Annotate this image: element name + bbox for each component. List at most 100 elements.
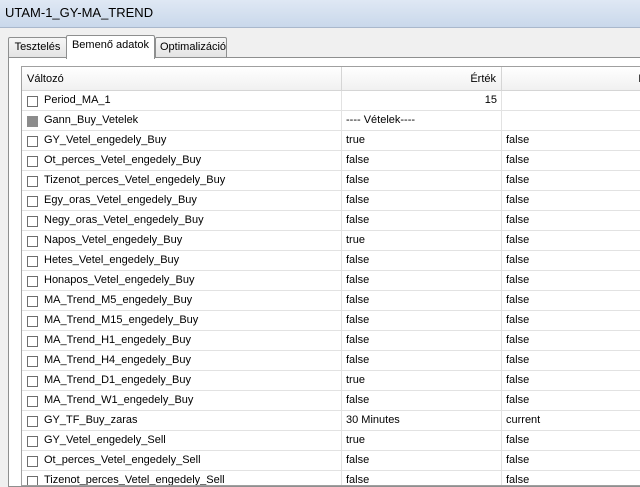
value-cell[interactable]: false [342,171,502,191]
third-cell[interactable]: current [502,411,640,431]
value-cell[interactable]: false [342,451,502,471]
tab-bemeno-adatok[interactable]: Bemenő adatok [66,35,155,59]
third-cell[interactable]: false [502,171,640,191]
value-cell[interactable]: false [342,331,502,351]
window-title: UTAM-1_GY-MA_TREND [5,5,154,20]
header-variable[interactable]: Változó [22,67,342,91]
header-third[interactable]: Indi [502,67,640,91]
table-row[interactable]: GY_Vetel_engedely_Sell true false [22,431,640,451]
third-cell[interactable]: false [502,211,640,231]
value-cell[interactable]: true [342,231,502,251]
table-row[interactable]: Egy_oras_Vetel_engedely_Buy false false [22,191,640,211]
table-row[interactable]: MA_Trend_M15_engedely_Buy false false [22,311,640,331]
table-row[interactable]: Negy_oras_Vetel_engedely_Buy false false [22,211,640,231]
table-row[interactable]: MA_Trend_D1_engedely_Buy true false [22,371,640,391]
third-cell[interactable]: false [502,271,640,291]
third-cell[interactable]: false [502,151,640,171]
optimize-checkbox[interactable] [27,96,38,107]
third-cell[interactable] [502,111,640,131]
table-row[interactable]: GY_TF_Buy_zaras 30 Minutes current [22,411,640,431]
table-row[interactable]: Gann_Buy_Vetelek ---- Vételek---- [22,111,640,131]
third-cell[interactable]: false [502,331,640,351]
variable-name: Tizenot_perces_Vetel_engedely_Buy [44,174,226,186]
value-cell[interactable]: 15 [342,91,502,111]
optimize-checkbox[interactable] [27,256,38,267]
table-row[interactable]: Hetes_Vetel_engedely_Buy false false [22,251,640,271]
optimize-checkbox[interactable] [27,216,38,227]
third-cell[interactable]: false [502,191,640,211]
optimize-checkbox[interactable] [27,276,38,287]
title-bar: UTAM-1_GY-MA_TREND [0,0,640,28]
optimize-checkbox [27,116,38,127]
value-cell[interactable]: false [342,251,502,271]
value-cell[interactable]: false [342,291,502,311]
table-row[interactable]: Ot_perces_Vetel_engedely_Sell false false [22,451,640,471]
optimize-checkbox[interactable] [27,136,38,147]
table-row[interactable]: Tizenot_perces_Vetel_engedely_Buy false fa… [22,171,640,191]
third-cell[interactable]: false [502,231,640,251]
tab-optimalizacio[interactable]: Optimalizáció [155,37,227,57]
table-row[interactable]: MA_Trend_M5_engedely_Buy false false [22,291,640,311]
value-cell[interactable]: false [342,191,502,211]
table-row[interactable]: GY_Vetel_engedely_Buy true false [22,131,640,151]
optimize-checkbox[interactable] [27,476,38,485]
third-cell[interactable]: false [502,431,640,451]
variable-cell: Period_MA_1 [22,91,342,111]
table-row[interactable]: Period_MA_1 15 [22,91,640,111]
variable-name: Gann_Buy_Vetelek [44,114,139,126]
variable-cell: Tizenot_perces_Vetel_engedely_Sell [22,471,342,485]
optimize-checkbox[interactable] [27,236,38,247]
third-cell[interactable]: false [502,351,640,371]
third-cell[interactable]: false [502,251,640,271]
table-row[interactable]: Honapos_Vetel_engedely_Buy false false [22,271,640,291]
optimize-checkbox[interactable] [27,176,38,187]
value-cell[interactable]: false [342,311,502,331]
parameters-grid: Változó Érték Indi Period_MA_115Gann_Buy… [21,66,640,486]
third-cell[interactable]: false [502,391,640,411]
third-cell[interactable]: false [502,131,640,151]
table-row[interactable]: Ot_perces_Vetel_engedely_Buy false false [22,151,640,171]
third-cell[interactable]: false [502,291,640,311]
variable-name: Ot_perces_Vetel_engedely_Buy [44,154,202,166]
optimize-checkbox[interactable] [27,436,38,447]
table-row[interactable]: MA_Trend_H1_engedely_Buy false false [22,331,640,351]
optimize-checkbox[interactable] [27,156,38,167]
third-cell[interactable]: false [502,471,640,485]
value-cell[interactable]: true [342,431,502,451]
variable-name: GY_TF_Buy_zaras [44,414,138,426]
value-cell[interactable]: ---- Vételek---- [342,111,502,131]
third-cell[interactable]: false [502,371,640,391]
optimize-checkbox[interactable] [27,396,38,407]
table-row[interactable]: MA_Trend_W1_engedely_Buy false false [22,391,640,411]
table-row[interactable]: Napos_Vetel_engedely_Buy true false [22,231,640,251]
third-cell[interactable]: false [502,311,640,331]
tab-teszteles[interactable]: Tesztelés [8,37,67,57]
header-value[interactable]: Érték [342,67,502,91]
optimize-checkbox[interactable] [27,316,38,327]
optimize-checkbox[interactable] [27,456,38,467]
optimize-checkbox[interactable] [27,336,38,347]
value-cell[interactable]: false [342,151,502,171]
variable-cell: Honapos_Vetel_engedely_Buy [22,271,342,291]
optimize-checkbox[interactable] [27,376,38,387]
optimize-checkbox[interactable] [27,356,38,367]
value-cell[interactable]: true [342,371,502,391]
value-cell[interactable]: true [342,131,502,151]
table-row[interactable]: Tizenot_perces_Vetel_engedely_Sell false f… [22,471,640,485]
value-cell[interactable]: 30 Minutes [342,411,502,431]
value-cell[interactable]: false [342,471,502,485]
optimize-checkbox[interactable] [27,296,38,307]
value-cell[interactable]: false [342,351,502,371]
third-cell[interactable] [502,91,640,111]
optimize-checkbox[interactable] [27,196,38,207]
third-cell[interactable]: false [502,451,640,471]
value-cell[interactable]: false [342,211,502,231]
variable-cell: Gann_Buy_Vetelek [22,111,342,131]
variable-cell: Ot_perces_Vetel_engedely_Sell [22,451,342,471]
value-cell[interactable]: false [342,271,502,291]
table-row[interactable]: MA_Trend_H4_engedely_Buy false false [22,351,640,371]
optimize-checkbox[interactable] [27,416,38,427]
variable-name: MA_Trend_M15_engedely_Buy [44,314,199,326]
variable-name: GY_Vetel_engedely_Sell [44,434,166,446]
value-cell[interactable]: false [342,391,502,411]
